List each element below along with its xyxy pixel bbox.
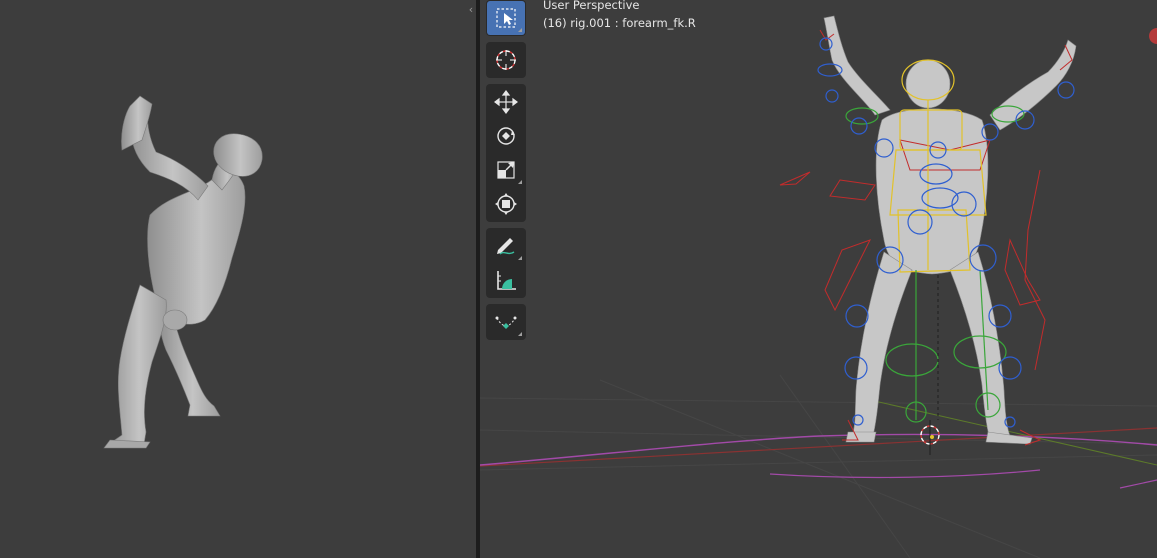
y-axis-line: [869, 399, 1157, 466]
left-3d-viewport[interactable]: [0, 0, 476, 558]
character-mesh: [823, 15, 1077, 445]
measure-tool[interactable]: [487, 263, 525, 297]
move-tool[interactable]: [487, 85, 525, 119]
cursor-icon: [496, 50, 516, 70]
transform-icon: [495, 193, 517, 215]
bone-curve-icon: [495, 316, 517, 329]
rotate-tool[interactable]: [487, 119, 525, 153]
scale-icon: [497, 161, 515, 179]
rotate-icon: [497, 127, 515, 145]
measure-icon: [497, 271, 516, 290]
x-axis-line: [480, 427, 1157, 467]
view-title: User Perspective: [543, 0, 640, 12]
select-box-icon: [496, 8, 516, 28]
viewport-scene[interactable]: [480, 0, 1157, 558]
annotate-icon: [497, 238, 515, 255]
transform-tool[interactable]: [487, 187, 525, 221]
posed-character-mesh[interactable]: [0, 0, 476, 558]
active-object-label: (16) rig.001 : forearm_fk.R: [543, 16, 696, 30]
right-3d-viewport[interactable]: User Perspective (16) rig.001 : forearm_…: [480, 0, 1157, 558]
transform-tool-group: [486, 84, 526, 222]
bone-tool-group: [486, 304, 526, 340]
collapse-arrow-icon[interactable]: ‹: [466, 3, 476, 17]
bone-curve-tool[interactable]: [487, 305, 525, 339]
scale-tool[interactable]: [487, 153, 525, 187]
cursor-tool[interactable]: [487, 43, 525, 77]
move-icon: [494, 90, 518, 114]
select-tool-group: [486, 0, 526, 36]
tool-shelf: [486, 0, 526, 346]
select-box-tool[interactable]: [487, 1, 525, 35]
cursor-tool-group: [486, 42, 526, 78]
annotate-tool[interactable]: [487, 229, 525, 263]
annotate-tool-group: [486, 228, 526, 298]
